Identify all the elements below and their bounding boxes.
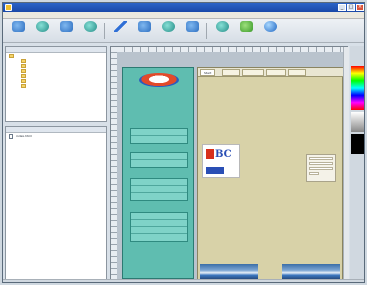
toolbar-open-button[interactable]	[31, 21, 53, 41]
list-item[interactable]	[256, 253, 316, 259]
status-bar	[3, 279, 364, 282]
navigation-frame[interactable]	[122, 67, 194, 279]
toolbar-preview-button[interactable]	[211, 21, 233, 41]
preview-icon	[215, 21, 229, 32]
ad-badge	[206, 167, 224, 174]
login-form	[306, 154, 336, 182]
vertical-ruler	[111, 47, 117, 282]
nav-link[interactable]	[131, 129, 187, 136]
toolbar-help-button[interactable]	[259, 21, 281, 41]
close-icon[interactable]: ×	[356, 4, 364, 11]
toolbar	[3, 19, 364, 43]
toolbar-separator	[206, 23, 207, 39]
properties-icon	[83, 21, 97, 32]
nav-link[interactable]	[131, 179, 187, 186]
photo-banner	[282, 264, 340, 280]
form-field[interactable]	[309, 167, 333, 170]
tab[interactable]	[288, 69, 306, 76]
nav-link[interactable]	[131, 193, 187, 200]
toolbar-separator	[104, 23, 105, 39]
app-window: _ □ × index.html Start BC	[2, 2, 365, 283]
ad-brand: BC	[215, 149, 232, 160]
photo-banner	[200, 264, 258, 280]
selected-color-swatch[interactable]	[351, 134, 364, 154]
maximize-icon[interactable]: □	[347, 4, 355, 11]
design-canvas[interactable]: Start BC	[110, 46, 349, 282]
nav-link[interactable]	[131, 220, 187, 227]
app-icon	[5, 4, 12, 11]
site-subtitle	[127, 93, 191, 101]
layout-icon	[59, 21, 73, 32]
nav-link[interactable]	[131, 227, 187, 234]
file-item[interactable]: index.html	[6, 133, 106, 139]
toolbar-image-button[interactable]	[133, 21, 155, 41]
color-palette	[350, 46, 364, 282]
tab[interactable]	[222, 69, 240, 76]
image-icon	[137, 21, 151, 32]
content-frame[interactable]: Start BC	[197, 67, 344, 281]
form-field[interactable]	[309, 157, 333, 160]
link-icon	[113, 21, 127, 32]
tree-item[interactable]	[6, 83, 106, 88]
document-icon	[9, 134, 13, 139]
nav-group	[130, 212, 188, 242]
form-submit-button[interactable]	[309, 172, 319, 175]
nav-group	[130, 178, 188, 201]
form-icon	[185, 21, 199, 32]
title-bar: _ □ ×	[3, 3, 364, 12]
left-pane: index.html	[5, 46, 107, 280]
table-icon	[161, 21, 175, 32]
new-icon	[11, 21, 25, 32]
toolbar-new-button[interactable]	[7, 21, 29, 41]
nav-link[interactable]	[131, 213, 187, 220]
page-tabs: Start	[198, 68, 344, 77]
minimize-icon[interactable]: _	[338, 4, 346, 11]
color-spectrum[interactable]	[351, 66, 364, 110]
publish-icon	[239, 21, 253, 32]
toolbar-layout-button[interactable]	[55, 21, 77, 41]
nav-group	[130, 152, 188, 168]
vertical-scrollbar[interactable]	[343, 47, 349, 282]
nav-group	[130, 128, 188, 144]
nav-link[interactable]	[131, 160, 187, 167]
file-name: index.html	[16, 134, 32, 138]
toolbar-form-button[interactable]	[181, 21, 203, 41]
tab[interactable]	[242, 69, 264, 76]
tab[interactable]	[266, 69, 286, 76]
help-icon	[263, 21, 277, 32]
form-field[interactable]	[309, 162, 333, 165]
nav-link[interactable]	[131, 153, 187, 160]
banner-ad[interactable]: BC	[202, 144, 240, 178]
toolbar-link-button[interactable]	[109, 21, 131, 41]
ad-logo-mark	[206, 149, 214, 159]
menu-bar	[3, 12, 364, 19]
nav-link[interactable]	[131, 136, 187, 143]
toolbar-properties-button[interactable]	[79, 21, 101, 41]
toolbar-publish-button[interactable]	[235, 21, 257, 41]
window-controls: _ □ ×	[338, 4, 364, 11]
gray-ramp[interactable]	[351, 112, 364, 132]
site-logo	[139, 73, 179, 87]
folder-icon	[21, 84, 26, 88]
horizontal-ruler	[117, 47, 349, 52]
nav-link[interactable]	[131, 186, 187, 193]
toolbar-table-button[interactable]	[157, 21, 179, 41]
nav-link[interactable]	[131, 234, 187, 241]
site-tree-panel	[5, 46, 107, 122]
files-panel: index.html	[5, 126, 107, 280]
tab-start[interactable]: Start	[200, 69, 216, 76]
open-icon	[35, 21, 49, 32]
